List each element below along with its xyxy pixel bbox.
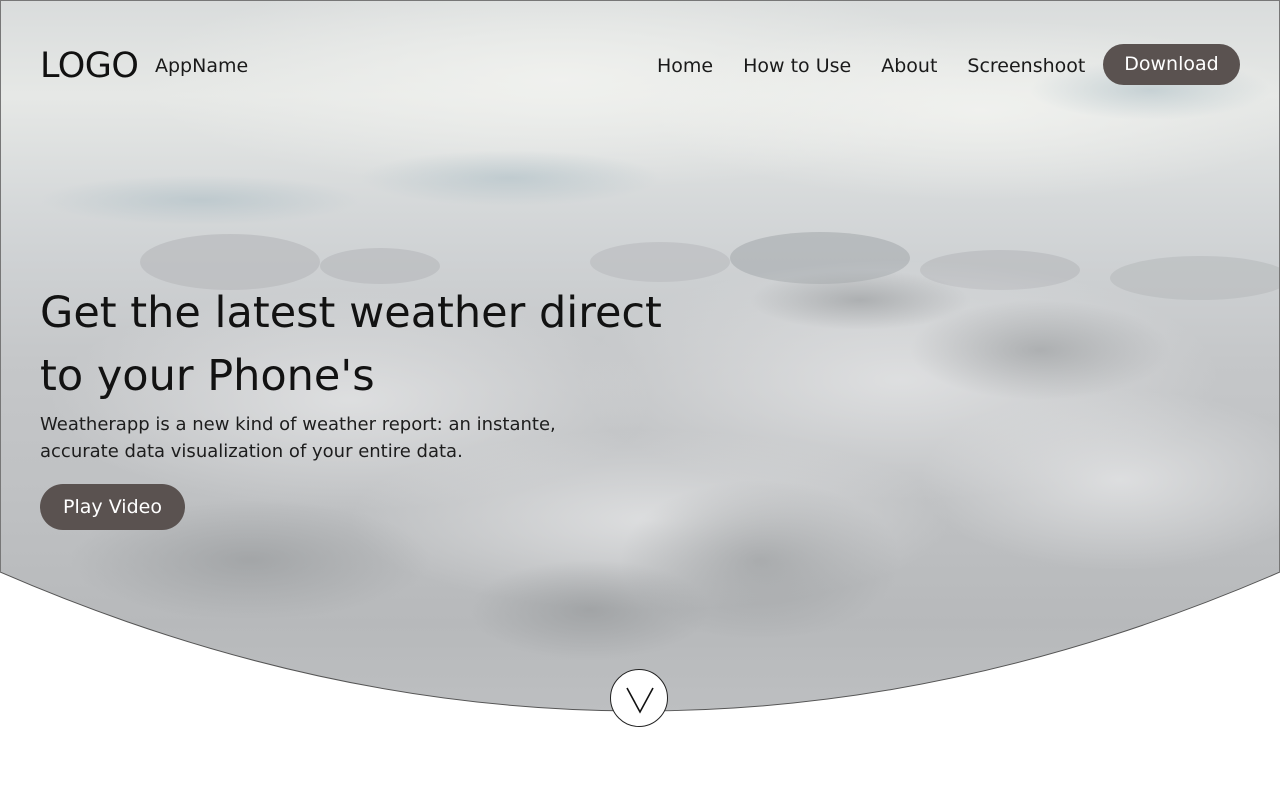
logo[interactable]: LOGO: [40, 44, 139, 88]
play-video-button[interactable]: Play Video: [40, 484, 185, 530]
chevron-down-icon: [626, 687, 654, 714]
hero-subtitle: Weatherapp is a new kind of weather repo…: [40, 414, 556, 462]
download-button[interactable]: Download: [1103, 44, 1240, 85]
app-name: AppName: [155, 55, 249, 77]
nav-about[interactable]: About: [881, 54, 937, 78]
nav-how-to-use[interactable]: How to Use: [743, 54, 851, 78]
nav-screenshoot[interactable]: Screenshoot: [967, 54, 1085, 78]
top-header: LOGO AppName Home How to Use About Scree…: [0, 0, 1280, 130]
main-nav: Home How to Use About Screenshoot: [657, 54, 1085, 78]
scroll-down-button[interactable]: [610, 669, 668, 727]
landing-page: LOGO AppName Home How to Use About Scree…: [0, 0, 1280, 800]
nav-home[interactable]: Home: [657, 54, 713, 78]
hero-title: Get the latest weather direct to your Ph…: [40, 288, 662, 401]
